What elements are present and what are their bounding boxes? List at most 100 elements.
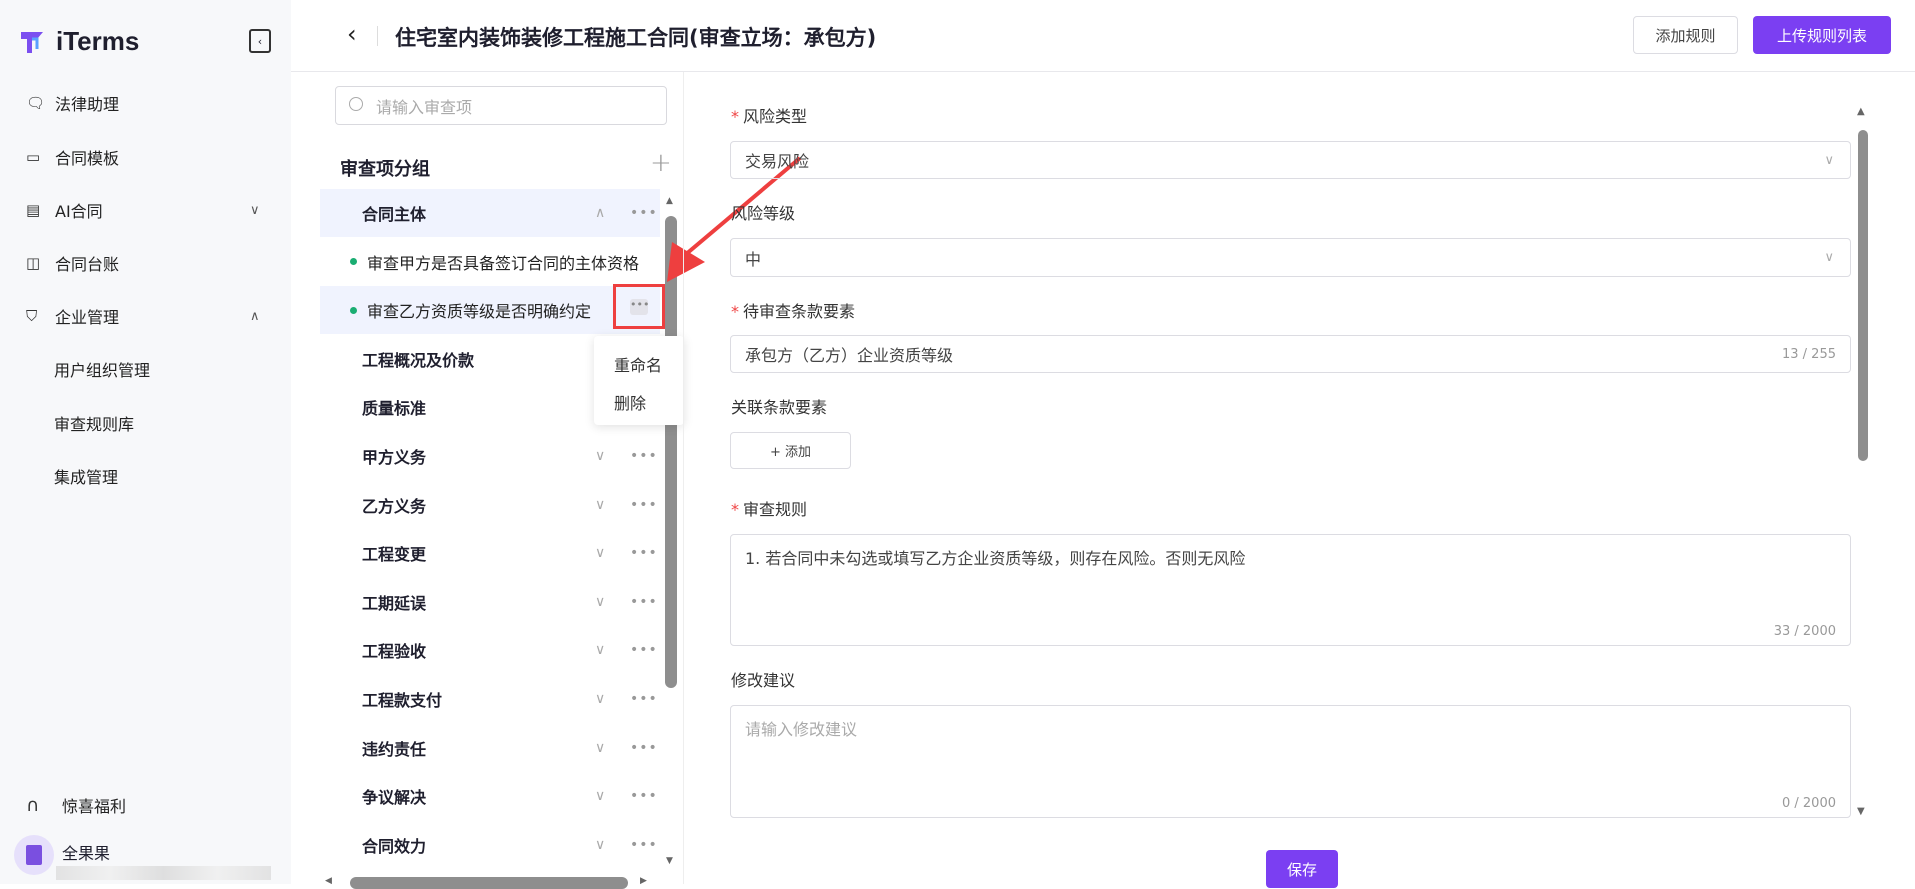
group-label: 工程款支付 <box>362 691 443 710</box>
suggestion-label: 修改建议 <box>731 671 796 690</box>
panel-divider <box>683 72 684 884</box>
rule-textarea[interactable]: 1. 若合同中未勾选或填写乙方企业资质等级，则存在风险。否则无风险 33 / 20… <box>730 534 1851 646</box>
blurred-account-info <box>56 866 271 880</box>
context-menu: 重命名 删除 <box>594 336 684 425</box>
more-icon[interactable]: ••• <box>630 691 658 707</box>
group-row[interactable]: 工程验收 ∨ ••• <box>320 626 660 674</box>
chevron-down-icon[interactable]: ∨ <box>595 740 605 756</box>
document-icon: ▤ <box>26 201 41 219</box>
label: 惊喜福利 <box>62 797 127 816</box>
rule-label: * 审查规则 <box>731 500 808 519</box>
group-row[interactable]: 合同效力 ∨ ••• <box>320 821 660 869</box>
menu-item-rename[interactable]: 重命名 <box>614 352 662 376</box>
risk-type-select[interactable]: 交易风险 ∨ <box>730 141 1851 179</box>
more-icon[interactable]: ••• <box>630 740 658 756</box>
scroll-right-icon[interactable]: ▶ <box>640 876 647 886</box>
label: 审查规则库 <box>54 415 135 434</box>
group-row[interactable]: 违约责任 ∨ ••• <box>320 724 660 772</box>
chat-icon: 🗨 <box>26 94 46 112</box>
risk-level-select[interactable]: 中 ∨ <box>730 238 1851 277</box>
group-label: 违约责任 <box>362 739 427 759</box>
status-dot <box>350 306 357 314</box>
more-icon[interactable]: ••• <box>630 545 658 561</box>
item-label: 审查乙方资质等级是否明确约定 <box>367 302 592 322</box>
item-label: 审查甲方是否具备签订合同的主体资格 <box>367 253 640 273</box>
char-count: 33 / 2000 <box>1773 624 1836 639</box>
chevron-down-icon: ∨ <box>1824 250 1834 265</box>
group-label: 合同效力 <box>362 836 427 856</box>
label: 企业管理 <box>55 308 120 327</box>
label: 合同模板 <box>55 149 120 168</box>
chevron-down-icon[interactable]: ∨ <box>595 545 605 561</box>
suggestion-textarea[interactable]: 请输入修改建议 0 / 2000 <box>730 705 1851 818</box>
book-icon: ◫ <box>26 254 41 272</box>
back-arrow-icon[interactable]: ‹ <box>347 20 357 48</box>
app-name: iTerms <box>56 26 140 56</box>
label: AI合同 <box>55 202 103 221</box>
sidebar-item-integration[interactable]: 集成管理 <box>0 456 291 496</box>
chevron-down-icon: ∨ <box>1824 152 1834 168</box>
chevron-down-icon[interactable]: ∨ <box>595 691 605 707</box>
sidebar-item-rule-library[interactable]: 审查规则库 <box>0 403 291 443</box>
sidebar-item-enterprise[interactable]: ⛉ 企业管理 ∧ <box>0 296 291 336</box>
scroll-down-icon[interactable]: ▼ <box>666 856 673 866</box>
group-section-title: 审查项分组 <box>340 159 430 180</box>
logo: iTerms <box>18 26 139 57</box>
group-row[interactable]: 乙方义务 ∨ ••• <box>320 481 660 529</box>
sidebar-item-ledger[interactable]: ◫ 合同台账 <box>0 243 291 283</box>
group-label: 工期延误 <box>362 593 427 613</box>
sidebar-item-ai-contract[interactable]: ▤ AI合同 ∨ <box>0 190 291 230</box>
more-icon[interactable]: ••• <box>630 837 658 853</box>
chevron-down-icon[interactable]: ∨ <box>595 594 605 610</box>
scroll-left-icon[interactable]: ◀ <box>325 876 332 886</box>
scroll-down-icon[interactable]: ▼ <box>1857 806 1865 817</box>
risk-level-label: 风险等级 <box>731 204 796 223</box>
clause-input[interactable]: 承包方（乙方）企业资质等级 13 / 255 <box>730 335 1851 373</box>
avatar[interactable] <box>14 835 54 875</box>
add-rule-button[interactable]: 添加规则 <box>1633 16 1738 54</box>
risk-type-label: * 风险类型 <box>731 107 808 126</box>
add-related-clause-button[interactable]: + 添加 <box>730 432 851 469</box>
more-icon[interactable]: ••• <box>630 594 658 610</box>
upload-rule-list-button[interactable]: 上传规则列表 <box>1753 16 1891 54</box>
sidebar-item-templates[interactable]: ▭ 合同模板 <box>0 137 291 177</box>
group-row[interactable]: 工程款支付 ∨ ••• <box>320 675 660 723</box>
group-row[interactable]: 工期延误 ∨ ••• <box>320 578 660 626</box>
sidebar-item-benefits[interactable]: ∩ 惊喜福利 <box>0 785 291 825</box>
group-label: 工程概况及价款 <box>362 350 475 370</box>
logo-icon <box>21 31 43 53</box>
more-icon[interactable]: ••• <box>630 497 658 513</box>
scroll-up-icon[interactable]: ▲ <box>1857 106 1865 117</box>
sidebar-item-user-org[interactable]: 用户组织管理 <box>0 349 291 389</box>
chevron-down-icon[interactable]: ∨ <box>595 497 605 513</box>
more-icon[interactable]: ••• <box>630 448 658 464</box>
user-name: 全果果 <box>62 844 111 863</box>
chevron-down-icon[interactable]: ∨ <box>595 642 605 658</box>
horizontal-scrollbar-thumb[interactable] <box>350 877 628 889</box>
collapse-sidebar-icon[interactable]: ‹ <box>249 29 271 53</box>
label: 集成管理 <box>54 468 119 487</box>
headset-icon: ∩ <box>26 794 40 816</box>
more-icon[interactable]: ••• <box>630 788 658 804</box>
sidebar-item-legal-assistant[interactable]: 🗨 法律助理 <box>0 83 291 123</box>
chevron-down-icon[interactable]: ∨ <box>595 837 605 853</box>
scrollbar-thumb[interactable] <box>1858 130 1868 461</box>
form-scrollbar[interactable] <box>1858 130 1868 461</box>
more-icon[interactable]: ••• <box>630 642 658 658</box>
status-dot <box>350 258 357 266</box>
page-title: 住宅室内装饰装修工程施工合同(审查立场：承包方) <box>395 26 877 50</box>
search-input[interactable]: 请输入审查项 <box>335 86 667 125</box>
group-row[interactable]: 争议解决 ∨ ••• <box>320 772 660 820</box>
clause-label: * 待审查条款要素 <box>731 302 856 321</box>
group-label: 合同主体 <box>362 205 427 224</box>
group-label: 质量标准 <box>362 399 427 419</box>
search-icon <box>349 97 363 111</box>
char-count: 13 / 255 <box>1782 346 1836 362</box>
group-row[interactable]: 工程变更 ∨ ••• <box>320 529 660 577</box>
save-button[interactable]: 保存 <box>1266 850 1338 888</box>
group-row[interactable]: 甲方义务 ∨ ••• <box>320 432 660 480</box>
menu-item-delete[interactable]: 删除 <box>614 390 646 414</box>
chevron-down-icon[interactable]: ∨ <box>595 788 605 804</box>
chevron-down-icon[interactable]: ∨ <box>595 448 605 464</box>
more-icon[interactable]: ••• <box>630 299 649 315</box>
